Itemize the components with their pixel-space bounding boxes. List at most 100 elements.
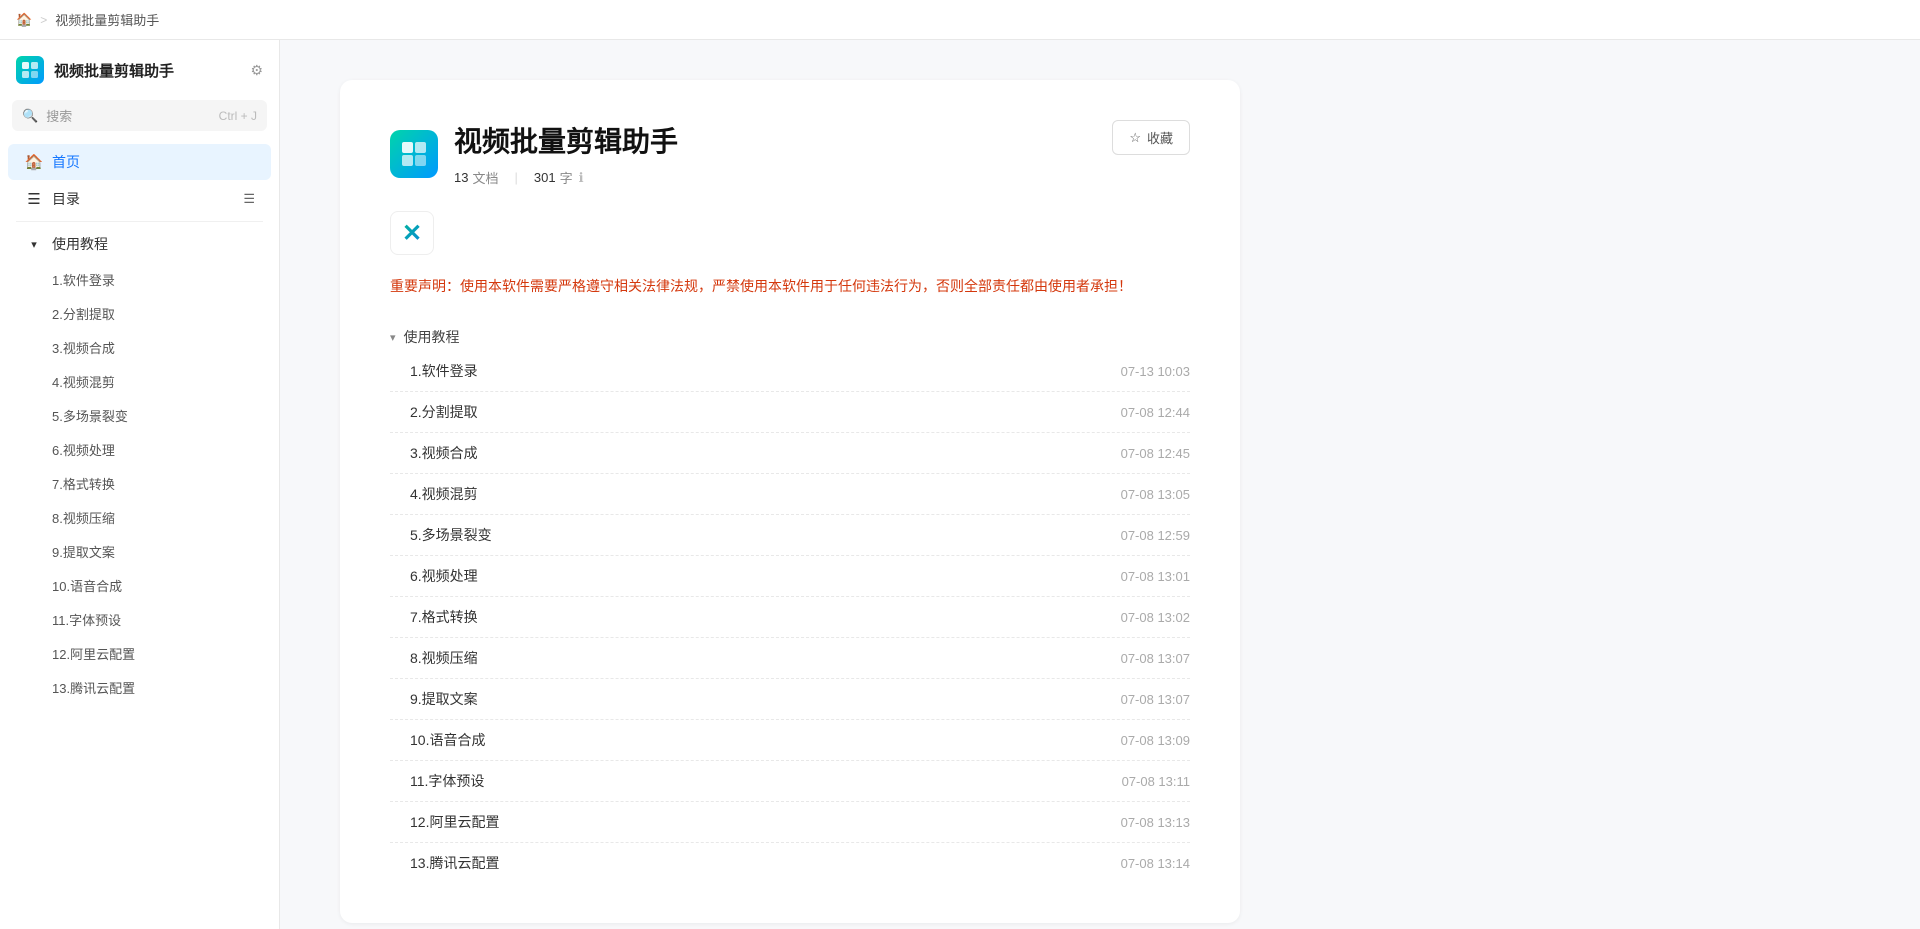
app-layout: 视频批量剪辑助手 ⚙ 🔍 搜索 Ctrl + J 🏠 首页 ☰ 目录 ☰ [0,40,1920,929]
xmind-x-letter: ✕ [402,219,422,248]
toc-section-label: 使用教程 [404,327,460,347]
toc-item[interactable]: 7.格式转换 07-08 13:02 [390,597,1190,638]
breadcrumb-title: 视频批量剪辑助手 [55,10,159,29]
doc-title-area: 视频批量剪辑助手 13 文档 | 301 字 ℹ [390,120,678,187]
sidebar-item-13[interactable]: 13.腾讯云配置 [8,671,271,704]
item-3-label: 3.视频合成 [52,338,115,357]
toc-item-name: 3.视频合成 [410,443,1121,463]
sidebar-item-toc[interactable]: ☰ 目录 ☰ [8,181,271,217]
toc-item-date: 07-08 13:13 [1121,815,1190,830]
home-nav-label: 首页 [52,152,80,172]
home-icon: 🏠 [16,12,32,28]
toc-item[interactable]: 8.视频压缩 07-08 13:07 [390,638,1190,679]
toc-nav-icon: ☰ [24,190,44,208]
item-11-label: 11.字体预设 [52,610,121,629]
sidebar-item-10[interactable]: 10.语音合成 [8,569,271,602]
sidebar: 视频批量剪辑助手 ⚙ 🔍 搜索 Ctrl + J 🏠 首页 ☰ 目录 ☰ [0,40,280,929]
sidebar-section-tutorials[interactable]: ▾ 使用教程 [8,226,271,262]
sidebar-settings-icon[interactable]: ⚙ [250,62,263,79]
doc-header: 视频批量剪辑助手 13 文档 | 301 字 ℹ [390,120,1190,187]
toc-item[interactable]: 5.多场景裂变 07-08 12:59 [390,515,1190,556]
item-2-label: 2.分割提取 [52,304,115,323]
toc-item-name: 13.腾讯云配置 [410,853,1121,873]
item-7-label: 7.格式转换 [52,474,115,493]
toc-section: ▾ 使用教程 1.软件登录 07-13 10:03 2.分割提取 07-08 1… [390,327,1190,883]
sidebar-item-5[interactable]: 5.多场景裂变 [8,399,271,432]
sidebar-item-11[interactable]: 11.字体预设 [8,603,271,636]
toc-item-date: 07-08 13:07 [1121,651,1190,666]
sidebar-item-1[interactable]: 1.软件登录 [8,263,271,296]
section-label: 使用教程 [52,234,108,254]
toc-nav-label: 目录 [52,189,80,209]
toc-item[interactable]: 10.语音合成 07-08 13:09 [390,720,1190,761]
item-5-label: 5.多场景裂变 [52,406,128,425]
main-content: 视频批量剪辑助手 13 文档 | 301 字 ℹ [280,40,1920,929]
sidebar-item-7[interactable]: 7.格式转换 [8,467,271,500]
doc-title-block: 视频批量剪辑助手 13 文档 | 301 字 ℹ [454,120,678,187]
toc-item-date: 07-08 13:14 [1121,856,1190,871]
item-4-label: 4.视频混剪 [52,372,115,391]
favorite-label: 收藏 [1147,128,1173,147]
toc-item-name: 5.多场景裂变 [410,525,1121,545]
sidebar-item-2[interactable]: 2.分割提取 [8,297,271,330]
favorite-button[interactable]: ☆ 收藏 [1112,120,1190,155]
toc-item-date: 07-08 13:11 [1122,774,1190,789]
toc-item-date: 07-08 13:01 [1121,569,1190,584]
char-count-number: 301 [534,170,556,185]
item-8-label: 8.视频压缩 [52,508,115,527]
toc-item-name: 8.视频压缩 [410,648,1121,668]
toc-list-icon: ☰ [243,191,255,207]
item-12-label: 12.阿里云配置 [52,644,135,663]
toc-item[interactable]: 1.软件登录 07-13 10:03 [390,351,1190,392]
toc-item-name: 6.视频处理 [410,566,1121,586]
toc-item[interactable]: 6.视频处理 07-08 13:01 [390,556,1190,597]
collapse-icon: ▾ [24,238,44,251]
home-nav-icon: 🏠 [24,153,44,171]
item-10-label: 10.语音合成 [52,576,122,595]
star-icon: ☆ [1129,130,1141,146]
doc-count: 13 文档 [454,168,498,187]
item-6-label: 6.视频处理 [52,440,115,459]
toc-item-name: 12.阿里云配置 [410,812,1121,832]
char-count-label: 字 [560,168,573,187]
toc-item[interactable]: 2.分割提取 07-08 12:44 [390,392,1190,433]
toc-item[interactable]: 9.提取文案 07-08 13:07 [390,679,1190,720]
item-13-label: 13.腾讯云配置 [52,678,135,697]
toc-item[interactable]: 12.阿里云配置 07-08 13:13 [390,802,1190,843]
toc-list: 1.软件登录 07-13 10:03 2.分割提取 07-08 12:44 3.… [390,351,1190,883]
doc-count-number: 13 [454,170,468,185]
sidebar-item-6[interactable]: 6.视频处理 [8,433,271,466]
item-1-label: 1.软件登录 [52,270,115,289]
toc-item-date: 07-08 12:45 [1121,446,1190,461]
sidebar-item-9[interactable]: 9.提取文案 [8,535,271,568]
toc-item-date: 07-08 13:05 [1121,487,1190,502]
toc-item-date: 07-08 12:59 [1121,528,1190,543]
sidebar-item-4[interactable]: 4.视频混剪 [8,365,271,398]
nav-divider [16,221,263,222]
toc-item-name: 4.视频混剪 [410,484,1121,504]
doc-meta: 13 文档 | 301 字 ℹ [454,168,678,187]
sidebar-item-3[interactable]: 3.视频合成 [8,331,271,364]
sidebar-item-12[interactable]: 12.阿里云配置 [8,637,271,670]
sidebar-app-title: 视频批量剪辑助手 [54,60,174,81]
toc-item[interactable]: 13.腾讯云配置 07-08 13:14 [390,843,1190,883]
sidebar-item-home[interactable]: 🏠 首页 [8,144,271,180]
sidebar-header: 视频批量剪辑助手 ⚙ [0,40,279,92]
breadcrumb-separator: > [40,13,47,27]
toc-item[interactable]: 11.字体预设 07-08 13:11 [390,761,1190,802]
doc-icon [390,130,438,178]
sidebar-nav: 🏠 首页 ☰ 目录 ☰ ▾ 使用教程 1.软件登录 2.分割 [0,139,279,929]
search-shortcut: Ctrl + J [219,109,257,123]
toc-collapse-icon: ▾ [390,331,396,344]
toc-section-header[interactable]: ▾ 使用教程 [390,327,1190,347]
sidebar-search[interactable]: 🔍 搜索 Ctrl + J [12,100,267,131]
item-9-label: 9.提取文案 [52,542,115,561]
search-placeholder-text: 搜索 [46,106,210,125]
toc-item-name: 9.提取文案 [410,689,1121,709]
toc-item-date: 07-08 13:07 [1121,692,1190,707]
toc-item-name: 2.分割提取 [410,402,1121,422]
meta-divider: | [514,170,517,185]
sidebar-item-8[interactable]: 8.视频压缩 [8,501,271,534]
toc-item[interactable]: 4.视频混剪 07-08 13:05 [390,474,1190,515]
toc-item[interactable]: 3.视频合成 07-08 12:45 [390,433,1190,474]
